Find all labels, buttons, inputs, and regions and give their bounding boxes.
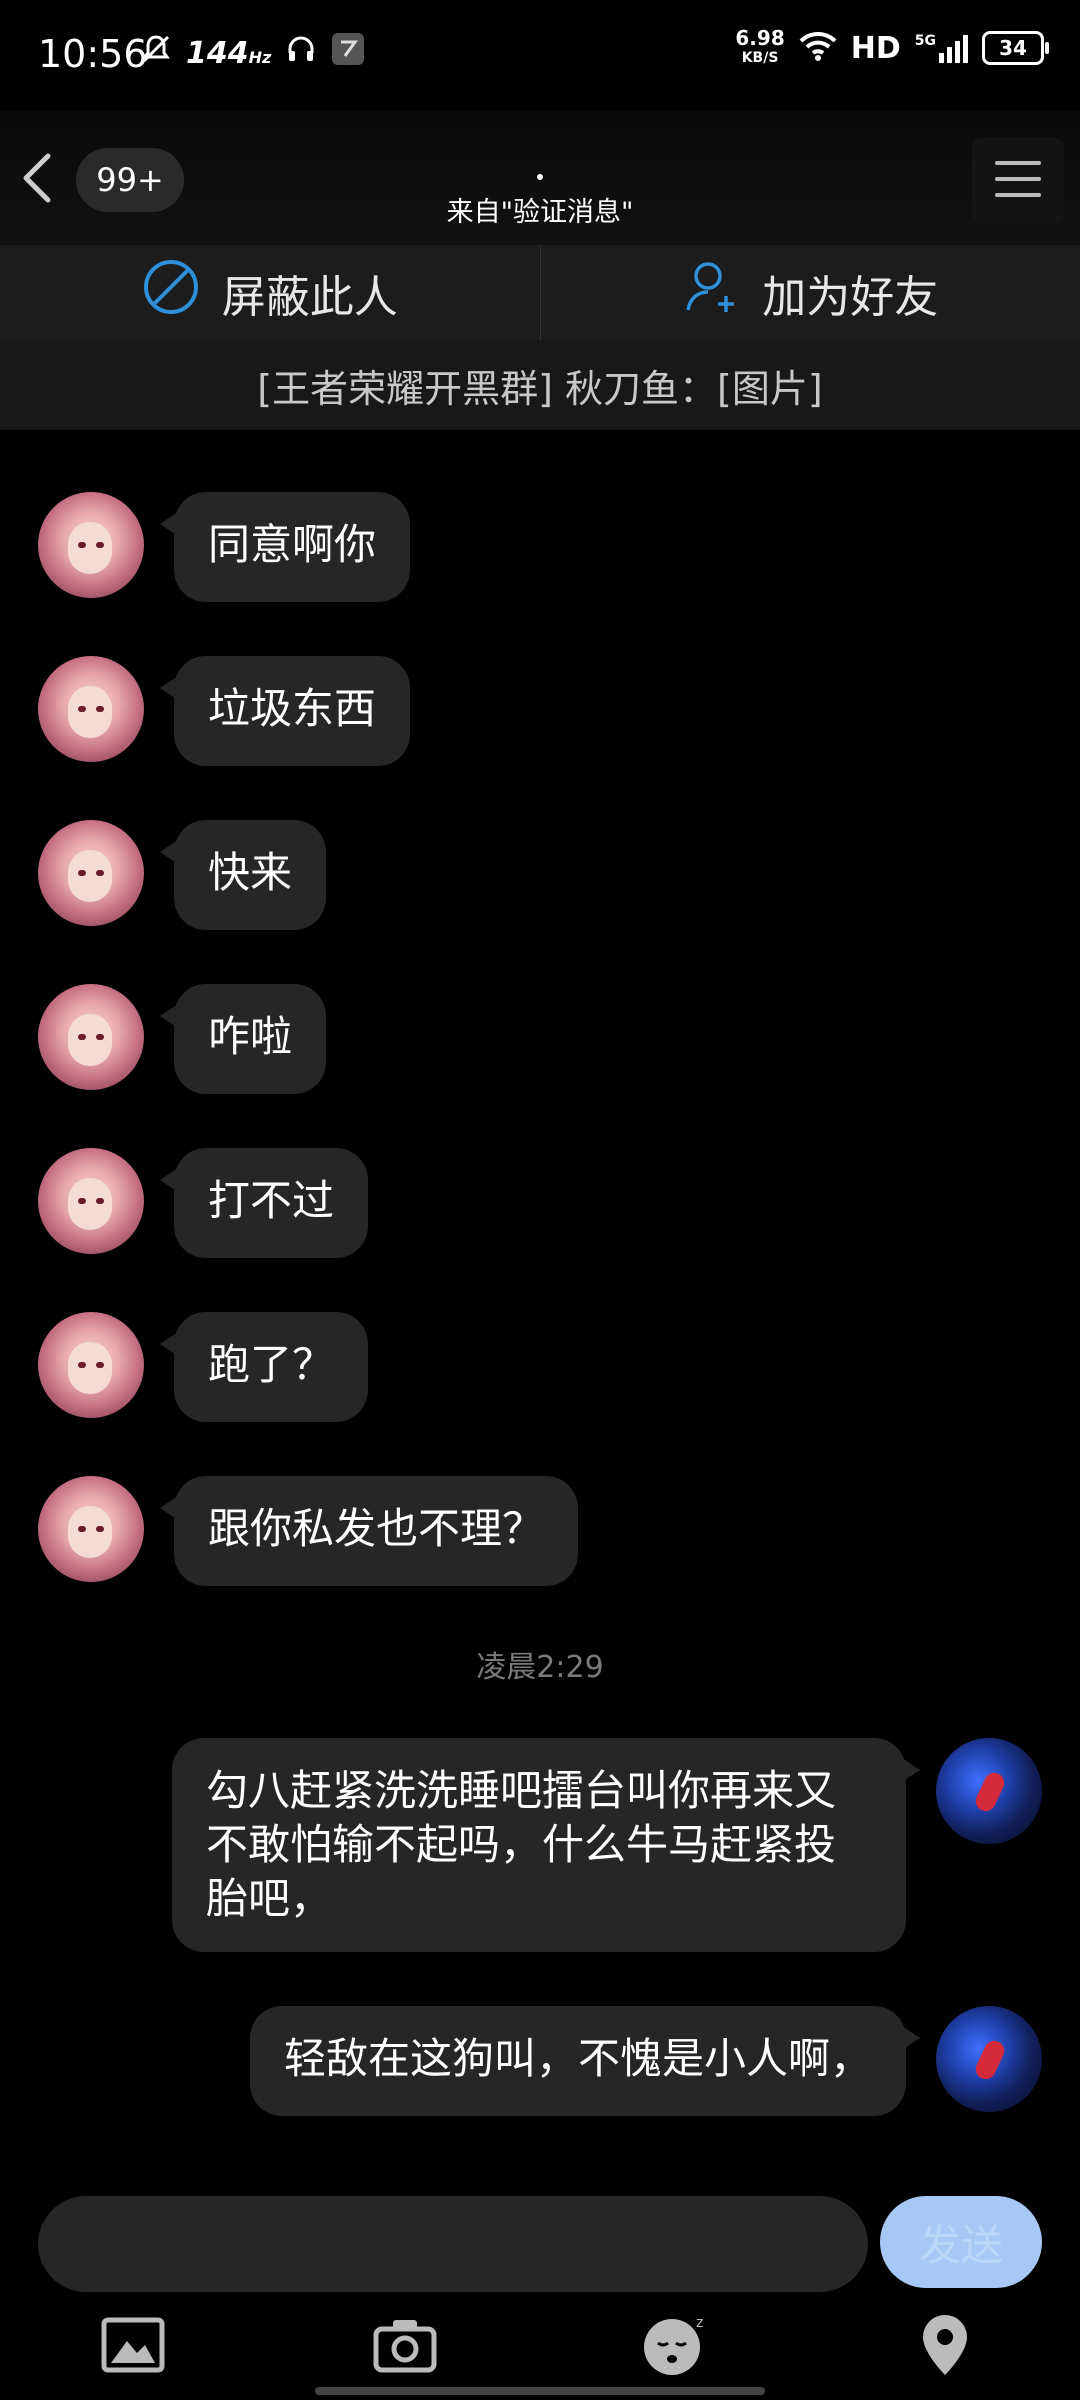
hd-indicator: HD (850, 30, 901, 66)
message-input[interactable] (38, 2196, 868, 2292)
send-button[interactable]: 发送 (880, 2196, 1042, 2288)
signal-icon: 5G (915, 33, 968, 63)
contact-avatar[interactable] (38, 492, 144, 598)
contact-avatar[interactable] (38, 820, 144, 926)
hamburger-icon (993, 157, 1043, 205)
group-message-preview[interactable]: [王者荣耀开黑群] 秋刀鱼：[图片] (0, 340, 1080, 430)
message-bubble[interactable]: 跑了？ (159, 1312, 369, 1422)
contact-avatar[interactable] (38, 1148, 144, 1254)
add-friend-button[interactable]: 加为好友 (539, 245, 1080, 340)
location-icon[interactable] (910, 2310, 980, 2380)
my-avatar[interactable] (936, 1738, 1042, 1844)
camera-icon[interactable] (370, 2310, 440, 2380)
home-indicator[interactable] (315, 2387, 765, 2395)
block-user-button[interactable]: 屏蔽此人 (0, 245, 540, 340)
message-bubble[interactable]: 跟你私发也不理？ (159, 1476, 579, 1586)
my-avatar[interactable] (936, 2006, 1042, 2112)
contact-avatar[interactable] (38, 656, 144, 762)
app-notification-icon (331, 32, 365, 74)
svg-text:z: z (696, 2315, 703, 2331)
message-bubble[interactable]: 打不过 (159, 1148, 369, 1258)
network-speed: 6.98 KB/S (735, 26, 785, 66)
chat-message-list[interactable]: 同意啊你 垃圾东西 快来 咋啦 打不过 跑了？ 跟你私发也不理？ 凌晨2:29 … (0, 430, 1080, 2175)
headphone-icon (285, 33, 317, 73)
mute-icon (140, 33, 172, 73)
refresh-rate: 144Hz (186, 35, 272, 71)
message-bubble[interactable]: 同意啊你 (159, 492, 411, 602)
status-time: 10:56 (38, 32, 148, 76)
wifi-icon (799, 31, 837, 65)
message-bubble[interactable]: 咋啦 (159, 984, 327, 1094)
message-bubble[interactable]: 勾八赶紧洗洗睡吧擂台叫你再来又不敢怕输不起吗，什么牛马赶紧投胎吧， (172, 1738, 920, 1952)
contact-avatar[interactable] (38, 984, 144, 1090)
stranger-action-bar: 屏蔽此人 加为好友 (0, 245, 1080, 341)
chat-header: 99+ 来自"验证消息" (0, 110, 1080, 245)
block-icon (142, 258, 200, 327)
message-bubble[interactable]: 轻敌在这狗叫，不愧是小人啊， (249, 2006, 921, 2116)
add-user-icon (682, 258, 740, 327)
message-bubble[interactable]: 快来 (159, 820, 327, 930)
battery-icon: 34 (982, 31, 1049, 65)
contact-avatar[interactable] (38, 1476, 144, 1582)
status-bar: 10:56 144Hz 6.98 KB/S HD 5G 34 (0, 0, 1080, 110)
emoji-icon[interactable]: z (640, 2310, 710, 2380)
message-bubble[interactable]: 垃圾东西 (159, 656, 411, 766)
time-divider: 凌晨2:29 (476, 1650, 604, 1685)
contact-avatar[interactable] (38, 1312, 144, 1418)
menu-button[interactable] (972, 138, 1064, 224)
message-composer: 发送 (0, 2180, 1080, 2300)
composer-toolbar: z (0, 2300, 1080, 2400)
chat-source-subtitle: 来自"验证消息" (446, 197, 634, 228)
contact-name (537, 174, 543, 180)
image-icon[interactable] (98, 2310, 168, 2380)
